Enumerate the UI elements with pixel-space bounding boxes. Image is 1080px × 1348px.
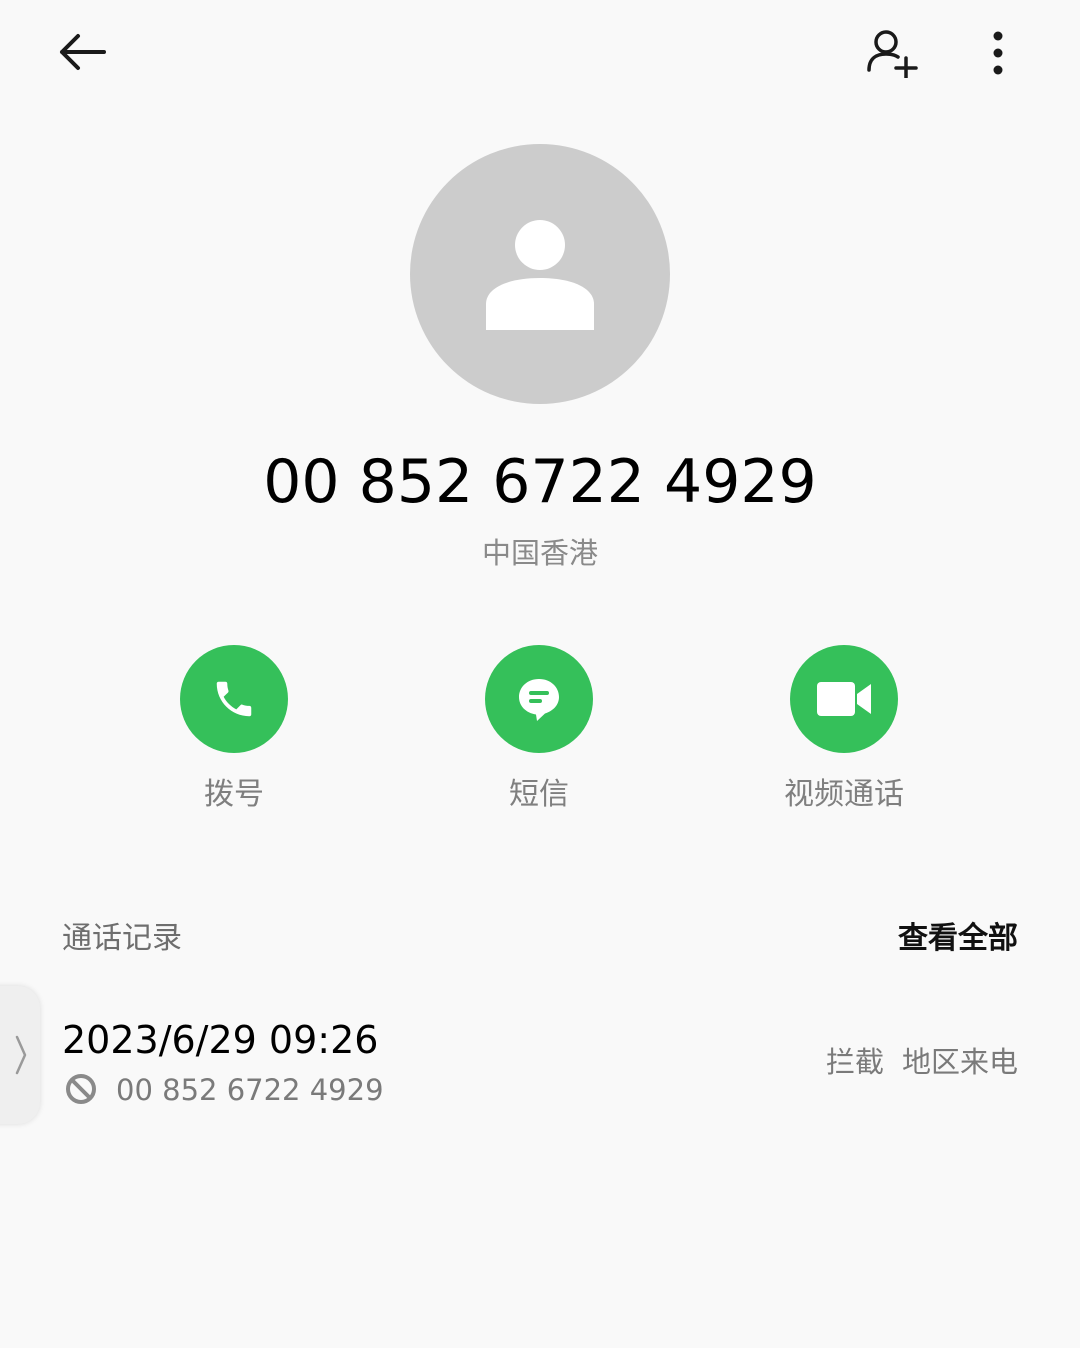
call-button[interactable]: 拨号 <box>114 645 354 825</box>
call-log-status: 拦截 地区来电 <box>826 1042 1018 1082</box>
call-log-datetime: 2023/6/29 09:26 <box>62 1018 379 1062</box>
call-log-status-type: 地区来电 <box>901 1045 1018 1079</box>
phone-number: 00 852 6722 4929 <box>263 447 817 517</box>
more-vertical-icon <box>993 31 1003 75</box>
sms-button[interactable]: 短信 <box>419 645 659 825</box>
video-call-circle[interactable] <box>790 645 898 753</box>
video-call-button[interactable]: 视频通话 <box>724 645 964 825</box>
phone-icon <box>216 681 252 717</box>
video-camera-icon <box>817 682 871 716</box>
call-label: 拨号 <box>204 777 264 812</box>
call-log-number: 00 852 6722 4929 <box>116 1073 384 1107</box>
back-button[interactable] <box>50 22 114 82</box>
side-panel-handle[interactable] <box>0 986 40 1124</box>
message-icon <box>519 679 559 721</box>
call-log-title: 通话记录 <box>62 921 182 956</box>
blocked-icon <box>66 1074 96 1104</box>
sms-label: 短信 <box>509 777 569 812</box>
more-options-button[interactable] <box>970 20 1026 86</box>
region-label: 中国香港 <box>481 536 598 570</box>
back-arrow-icon <box>60 34 106 70</box>
call-circle[interactable] <box>180 645 288 753</box>
video-call-label: 视频通话 <box>784 777 904 812</box>
call-log-status-blocked: 拦截 <box>825 1045 884 1079</box>
chevron-right-icon <box>15 1035 27 1075</box>
add-contact-button[interactable] <box>858 20 928 86</box>
add-person-icon <box>867 30 918 78</box>
person-silhouette-icon <box>486 220 594 330</box>
view-all-link[interactable]: 查看全部 <box>898 918 1018 960</box>
avatar <box>410 144 670 404</box>
sms-circle[interactable] <box>485 645 593 753</box>
